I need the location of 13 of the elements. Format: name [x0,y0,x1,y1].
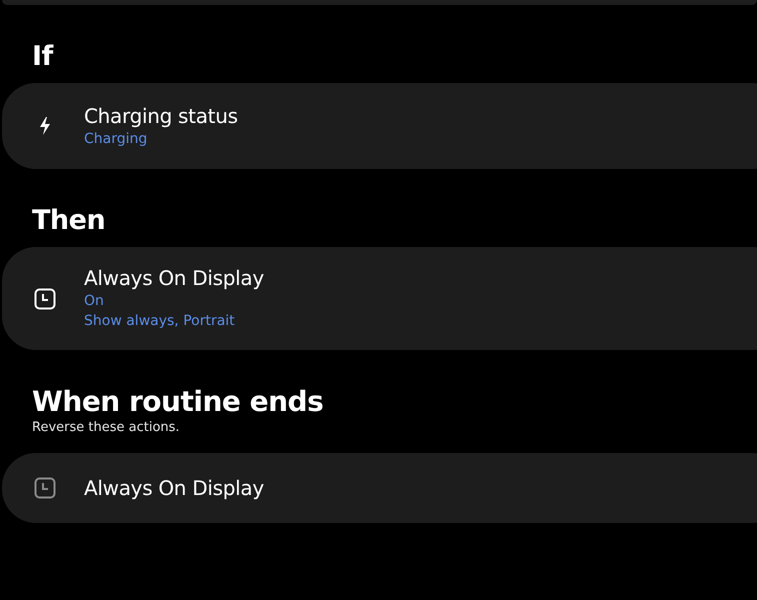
card-title: Charging status [84,104,238,128]
routine-card[interactable]: Always On Display [2,453,757,523]
section-heading: Then [31,204,106,238]
section-subtitle: Reverse these actions. [31,420,181,435]
section-heading: If [31,40,54,74]
card-title: Always On Display [84,266,264,291]
card-detail: Charging [84,130,148,148]
card-detail: Show always, Portrait [84,312,236,331]
section-heading: When routine ends [31,384,324,420]
routine-card[interactable]: Charging status Charging [2,83,757,169]
card-detail: On [84,292,105,311]
routine-card[interactable]: Always On Display On Show always, Portrait [2,247,757,350]
card-title: Always On Display [84,476,264,500]
